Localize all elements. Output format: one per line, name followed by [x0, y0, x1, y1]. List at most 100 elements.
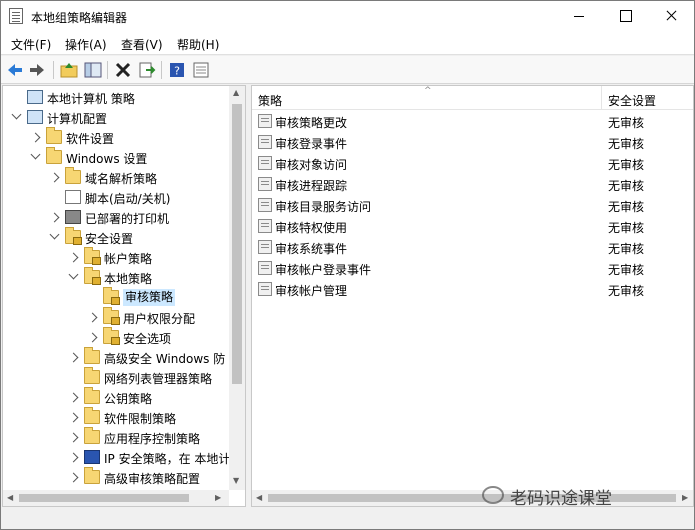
tree-item[interactable]: 网络列表管理器策略 [3, 367, 229, 388]
policy-icon [258, 261, 272, 275]
menu-action[interactable]: 操作(A) [65, 36, 107, 53]
sort-ascending-icon: ^ [424, 86, 432, 96]
collapse-arrow-icon[interactable] [30, 132, 41, 143]
scroll-left-icon[interactable]: ◀ [256, 493, 262, 502]
scrollbar-thumb[interactable] [268, 494, 676, 502]
list-item[interactable]: 审核对象访问 无审核 [252, 153, 682, 174]
policy-setting: 无审核 [608, 200, 645, 214]
up-folder-icon[interactable] [59, 60, 79, 80]
menu-help[interactable]: 帮助(H) [177, 36, 219, 53]
window-title: 本地组策略编辑器 [31, 11, 128, 25]
tree-item-label: 本地计算机 策略 [47, 92, 135, 106]
tree-item-label: 应用程序控制策略 [104, 432, 201, 446]
expand-arrow-icon[interactable] [49, 229, 60, 240]
expand-arrow-icon[interactable] [30, 149, 41, 160]
scroll-down-icon[interactable]: ▼ [233, 476, 239, 485]
column-header-setting[interactable]: 安全设置 [608, 92, 656, 109]
tree-item[interactable]: 脚本(启动/关机) [3, 188, 229, 208]
column-header-policy[interactable]: 策略 [258, 92, 282, 109]
properties-icon[interactable] [191, 60, 211, 80]
expand-arrow-icon[interactable] [11, 109, 22, 120]
list-item[interactable]: 审核特权使用 无审核 [252, 216, 682, 237]
tree-item[interactable]: 安全选项 [3, 327, 229, 348]
security-folder-icon [84, 267, 101, 285]
list-item[interactable]: 审核系统事件 无审核 [252, 237, 682, 258]
collapse-arrow-icon[interactable] [87, 312, 98, 323]
tree-item[interactable]: 计算机配置 [3, 108, 229, 128]
tree-item[interactable]: 软件限制策略 [3, 407, 229, 428]
help-icon[interactable]: ? [167, 60, 187, 80]
tree-item[interactable]: 本地计算机 策略 [3, 88, 229, 108]
security-folder-icon [103, 307, 120, 325]
tree-item-label: 高级安全 Windows 防 [104, 352, 226, 366]
close-button[interactable] [648, 1, 694, 31]
collapse-arrow-icon[interactable] [68, 472, 79, 483]
tree-item-label: 用户权限分配 [123, 312, 196, 326]
expand-arrow-icon[interactable] [68, 269, 79, 280]
tree-item[interactable]: 公钥策略 [3, 387, 229, 408]
tree-item[interactable]: 安全设置 [3, 227, 229, 248]
collapse-arrow-icon[interactable] [68, 352, 79, 363]
scrollbar-thumb[interactable] [232, 104, 242, 384]
tree-item[interactable]: 高级审核策略配置 [3, 467, 229, 488]
collapse-arrow-icon[interactable] [49, 172, 60, 183]
tree-pane[interactable]: 本地计算机 策略计算机配置 软件设置 Windows 设置 域名解析策略 脚本(启动/关… [2, 85, 246, 507]
policy-name: 审核进程跟踪 [275, 179, 348, 193]
policy-icon [258, 282, 272, 296]
scroll-up-icon[interactable]: ▲ [233, 88, 239, 97]
tree-item[interactable]: Windows 设置 [3, 147, 229, 168]
tree-item-label: 本地策略 [104, 272, 153, 286]
list-item[interactable]: 审核帐户管理 无审核 [252, 279, 682, 300]
tree-item[interactable]: 域名解析策略 [3, 167, 229, 188]
tree-item[interactable]: 本地策略 [3, 267, 229, 288]
tree-item-label: Windows 设置 [66, 152, 148, 166]
menu-view[interactable]: 查看(V) [121, 36, 163, 53]
minimize-button[interactable] [556, 1, 602, 31]
collapse-arrow-icon[interactable] [68, 412, 79, 423]
tree-item[interactable]: 审核策略 [3, 287, 229, 308]
tree-item[interactable]: 应用程序控制策略 [3, 427, 229, 448]
scrollbar-thumb[interactable] [19, 494, 189, 502]
collapse-arrow-icon[interactable] [68, 452, 79, 463]
menu-file[interactable]: 文件(F) [11, 36, 51, 53]
tree-horizontal-scrollbar[interactable]: ◀ ▶ [3, 490, 229, 506]
scroll-left-icon[interactable]: ◀ [7, 493, 13, 502]
ip-security-icon [84, 450, 100, 464]
tree-item[interactable]: IP 安全策略，在 本地计 [3, 448, 230, 468]
collapse-arrow-icon[interactable] [87, 332, 98, 343]
tree-item[interactable]: 高级安全 Windows 防 [3, 347, 229, 368]
column-divider[interactable] [601, 86, 602, 110]
scroll-right-icon[interactable]: ▶ [682, 493, 688, 502]
policy-icon [258, 135, 272, 149]
collapse-arrow-icon[interactable] [68, 432, 79, 443]
maximize-button[interactable] [602, 1, 648, 31]
policy-icon [258, 198, 272, 212]
collapse-arrow-icon[interactable] [68, 252, 79, 263]
title-bar[interactable]: 本地组策略编辑器 [1, 1, 694, 31]
forward-icon[interactable] [27, 60, 47, 80]
list-item[interactable]: 审核策略更改 无审核 [252, 111, 682, 132]
folder-icon [46, 147, 62, 164]
back-icon[interactable] [5, 60, 25, 80]
list-item[interactable]: 审核进程跟踪 无审核 [252, 174, 682, 195]
scroll-right-icon[interactable]: ▶ [215, 493, 221, 502]
delete-icon[interactable] [113, 60, 133, 80]
collapse-arrow-icon[interactable] [68, 392, 79, 403]
collapse-arrow-icon[interactable] [49, 212, 60, 223]
tree-item[interactable]: 已部署的打印机 [3, 208, 229, 228]
tree-item[interactable]: 软件设置 [3, 127, 229, 148]
menu-bar: 文件(F) 操作(A) 查看(V) 帮助(H) [1, 31, 694, 55]
tree-vertical-scrollbar[interactable]: ▲ ▼ [229, 86, 245, 490]
printer-icon [65, 210, 81, 224]
export-icon[interactable] [137, 60, 157, 80]
show-tree-icon[interactable] [83, 60, 103, 80]
tree-item[interactable]: 帐户策略 [3, 247, 229, 268]
list-item[interactable]: 审核目录服务访问 无审核 [252, 195, 682, 216]
list-item[interactable]: 审核登录事件 无审核 [252, 132, 682, 153]
toolbar-separator [161, 61, 162, 79]
list-item[interactable]: 审核帐户登录事件 无审核 [252, 258, 682, 279]
list-horizontal-scrollbar[interactable]: ◀ ▶ [252, 490, 693, 506]
policy-name: 审核策略更改 [275, 116, 348, 130]
details-pane[interactable]: 策略 ^ 安全设置 审核策略更改 无审核 审核登录事件 无审核 审核对象访问 无审核 审核进… [251, 85, 694, 507]
tree-item[interactable]: 用户权限分配 [3, 307, 229, 328]
